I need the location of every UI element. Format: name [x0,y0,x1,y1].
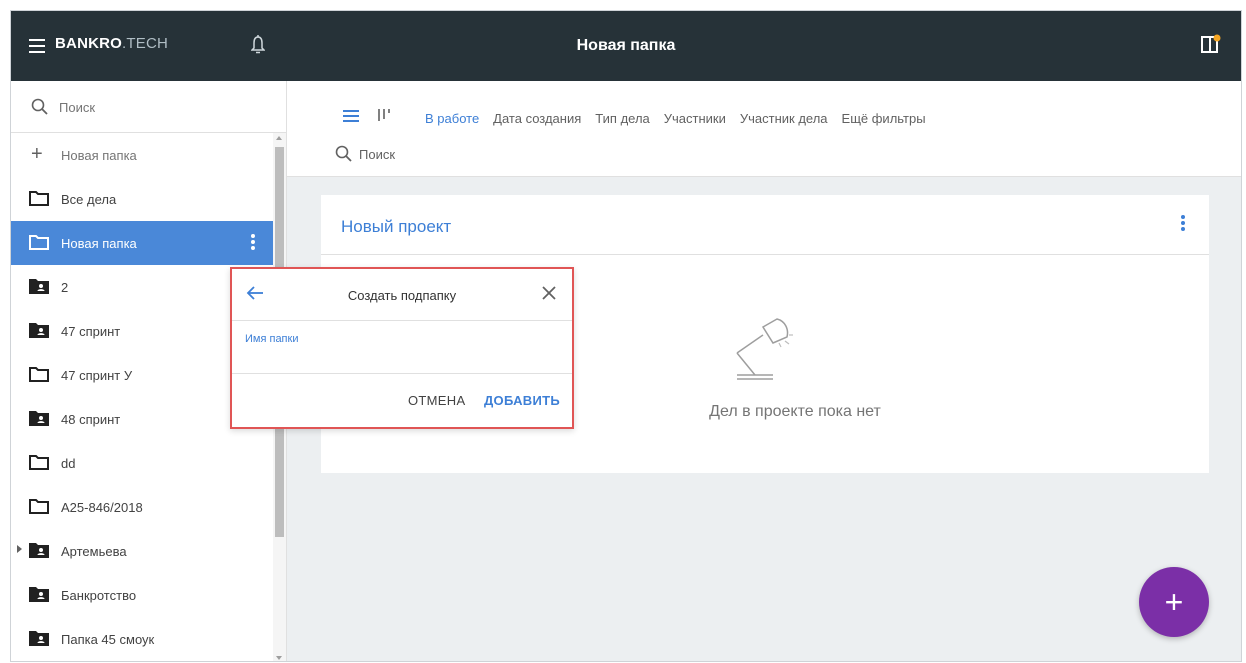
filter-tab[interactable]: Тип дела [595,111,649,126]
search-icon [335,145,353,167]
sidebar-folder-label: 47 спринт [61,324,121,339]
cases-search-placeholder: Поиск [359,147,396,162]
sidebar-folder-item[interactable]: Артемьева [11,529,273,573]
dialog-title: Создать подпапку [347,288,457,303]
expand-arrow-icon[interactable] [17,545,22,553]
filter-tab[interactable]: Дата создания [493,111,581,126]
filter-bar: В работе Дата создания Тип дела Участники Уч… [287,81,1241,177]
columns-view-icon[interactable] [377,107,391,126]
panel-toggle-icon[interactable] [1201,34,1221,59]
folder-outline-icon [29,454,49,475]
project-card-header: Новый проект [321,195,1209,255]
sidebar-folder-item[interactable]: dd [11,441,273,485]
dialog-header: Создать подпапку [232,269,572,321]
folder-outline-icon [29,366,49,387]
shared-folder-icon [29,322,49,343]
sidebar-folder-label: Папка 45 смоук [61,632,155,647]
top-bar: BANKRO.TECH Новая папка [11,11,1241,81]
filter-tabs: В работе Дата создания Тип дела Участники Уч… [425,111,926,126]
folder-outline-icon [29,190,49,211]
search-icon [31,98,49,121]
project-title[interactable]: Новый проект [341,217,451,237]
app-window: BANKRO.TECH Новая папка Поиск + Новая па… [10,10,1242,662]
sidebar-folder-item[interactable]: А25-846/2018 [11,485,273,529]
new-folder-button[interactable]: + Новая папка [11,133,273,177]
more-vert-icon[interactable] [251,234,255,252]
scroll-up-arrow-icon[interactable] [276,136,282,140]
filter-tab[interactable]: Участник дела [740,111,828,126]
sidebar-folder-label: dd [61,456,76,471]
page-title: Новая папка [576,37,676,54]
folder-outline-icon [29,234,49,255]
shared-folder-icon [29,410,49,431]
sidebar-folder-label: Банкротство [61,588,137,603]
scroll-down-arrow-icon[interactable] [276,656,282,660]
sidebar-folder-label: 2 [61,280,69,295]
folder-name-label: Имя папки [245,333,299,345]
list-view-icon[interactable] [343,110,359,125]
filter-tab[interactable]: В работе [425,111,479,126]
cases-search[interactable]: Поиск [335,145,395,168]
dialog-divider [232,373,572,374]
sidebar-folder-item[interactable]: Банкротство [11,573,273,617]
sidebar-search-placeholder: Поиск [59,100,96,115]
sidebar-folder-label: Все дела [61,192,117,207]
sidebar-folder-label: 48 спринт [61,412,121,427]
more-vert-icon[interactable] [1181,215,1185,233]
shared-folder-icon [29,586,49,607]
sidebar-folder-item[interactable]: Новая папка [11,221,273,265]
new-folder-label: Новая папка [61,148,137,163]
shared-folder-icon [29,542,49,563]
sidebar-search[interactable]: Поиск [11,81,286,133]
shared-folder-icon [29,630,49,651]
cancel-button[interactable]: ОТМЕНА [408,393,465,408]
sidebar-folder-label: А25-846/2018 [61,500,143,515]
filter-tab[interactable]: Ещё фильтры [842,111,926,126]
filter-tab[interactable]: Участники [664,111,726,126]
plus-icon: + [31,143,43,165]
add-button[interactable]: ДОБАВИТЬ [484,393,560,408]
sidebar-folder-label: 47 спринт У [61,368,133,383]
create-subfolder-dialog: Создать подпапку Имя папки ОТМЕНА ДОБАВИ… [230,267,574,429]
sidebar-folder-label: Артемьева [61,544,127,559]
shared-folder-icon [29,278,49,299]
folder-name-input[interactable] [245,347,561,367]
sidebar-folder-item[interactable]: Папка 45 смоук [11,617,273,661]
sidebar-folder-item[interactable]: Все дела [11,177,273,221]
close-icon[interactable] [542,286,556,305]
sidebar-folder-label: Новая папка [61,236,137,251]
desk-lamp-icon [729,313,799,388]
folder-outline-icon [29,498,49,519]
add-fab-button[interactable]: + [1139,567,1209,637]
